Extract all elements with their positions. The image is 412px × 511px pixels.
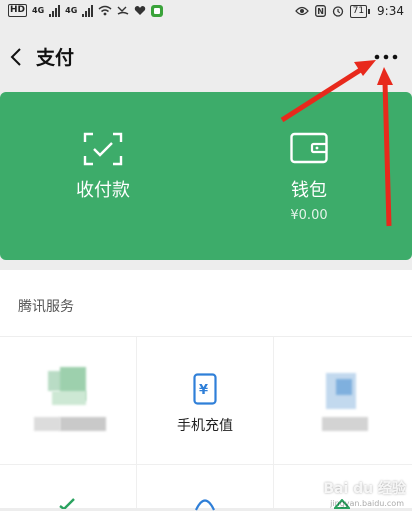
health-heart-icon xyxy=(135,6,146,15)
signal-4g-label-2: 4G xyxy=(65,6,78,15)
watermark-url: jingyan.baidu.com xyxy=(330,499,404,508)
wallet-button[interactable]: 钱包 ¥0.00 xyxy=(206,92,412,260)
signal-bars-icon xyxy=(49,4,61,17)
eye-icon xyxy=(294,6,309,16)
receive-payment-button[interactable]: 收付款 xyxy=(0,92,206,260)
services-heading: 腾讯服务 xyxy=(18,299,74,315)
check-icon xyxy=(59,498,75,509)
wifi-icon xyxy=(98,5,112,16)
wallet-label: 钱包 xyxy=(291,180,327,201)
signal-4g-label: 4G xyxy=(32,6,45,15)
page-title: 支付 xyxy=(36,47,75,69)
clock: 9:34 xyxy=(377,4,404,18)
nav-bar: 支付 xyxy=(0,28,412,86)
service-item-4[interactable] xyxy=(0,465,137,509)
chevron-left-icon xyxy=(10,48,21,66)
missed-call-icon xyxy=(117,6,129,15)
watermark-logo: Bai du 经验 xyxy=(323,481,406,497)
service-item-mobile-topup[interactable]: ¥ 手机充值 xyxy=(137,337,274,465)
circle-icon xyxy=(195,499,215,511)
status-bar-right: N 71 9:34 xyxy=(294,4,404,18)
nfc-icon: N xyxy=(314,5,326,17)
mobile-topup-label: 手机充值 xyxy=(177,418,233,434)
status-bar: HD 4G 4G N 71 9:34 xyxy=(0,0,412,28)
more-dots-icon xyxy=(374,54,398,60)
alarm-icon xyxy=(332,6,343,17)
svg-text:N: N xyxy=(317,7,324,16)
wallet-balance: ¥0.00 xyxy=(290,208,328,223)
svg-text:¥: ¥ xyxy=(199,383,208,398)
wallet-icon xyxy=(290,132,328,164)
hd-badge: HD xyxy=(8,4,28,17)
service-item-1[interactable] xyxy=(0,337,137,465)
back-button[interactable] xyxy=(4,40,34,74)
pay-card: 收付款 钱包 ¥0.00 xyxy=(0,92,412,260)
status-bar-left: HD 4G 4G xyxy=(8,4,164,17)
signal-bars-icon-2 xyxy=(82,4,94,17)
service-item-3[interactable] xyxy=(274,337,412,465)
scan-check-icon xyxy=(83,132,123,166)
service-item-5[interactable] xyxy=(137,465,274,511)
battery-indicator: 71 xyxy=(349,4,371,18)
more-options-button[interactable] xyxy=(368,40,404,74)
receive-payment-label: 收付款 xyxy=(76,180,130,201)
app-notification-icon xyxy=(151,4,164,17)
mobile-phone-yuan-icon: ¥ xyxy=(193,373,217,405)
